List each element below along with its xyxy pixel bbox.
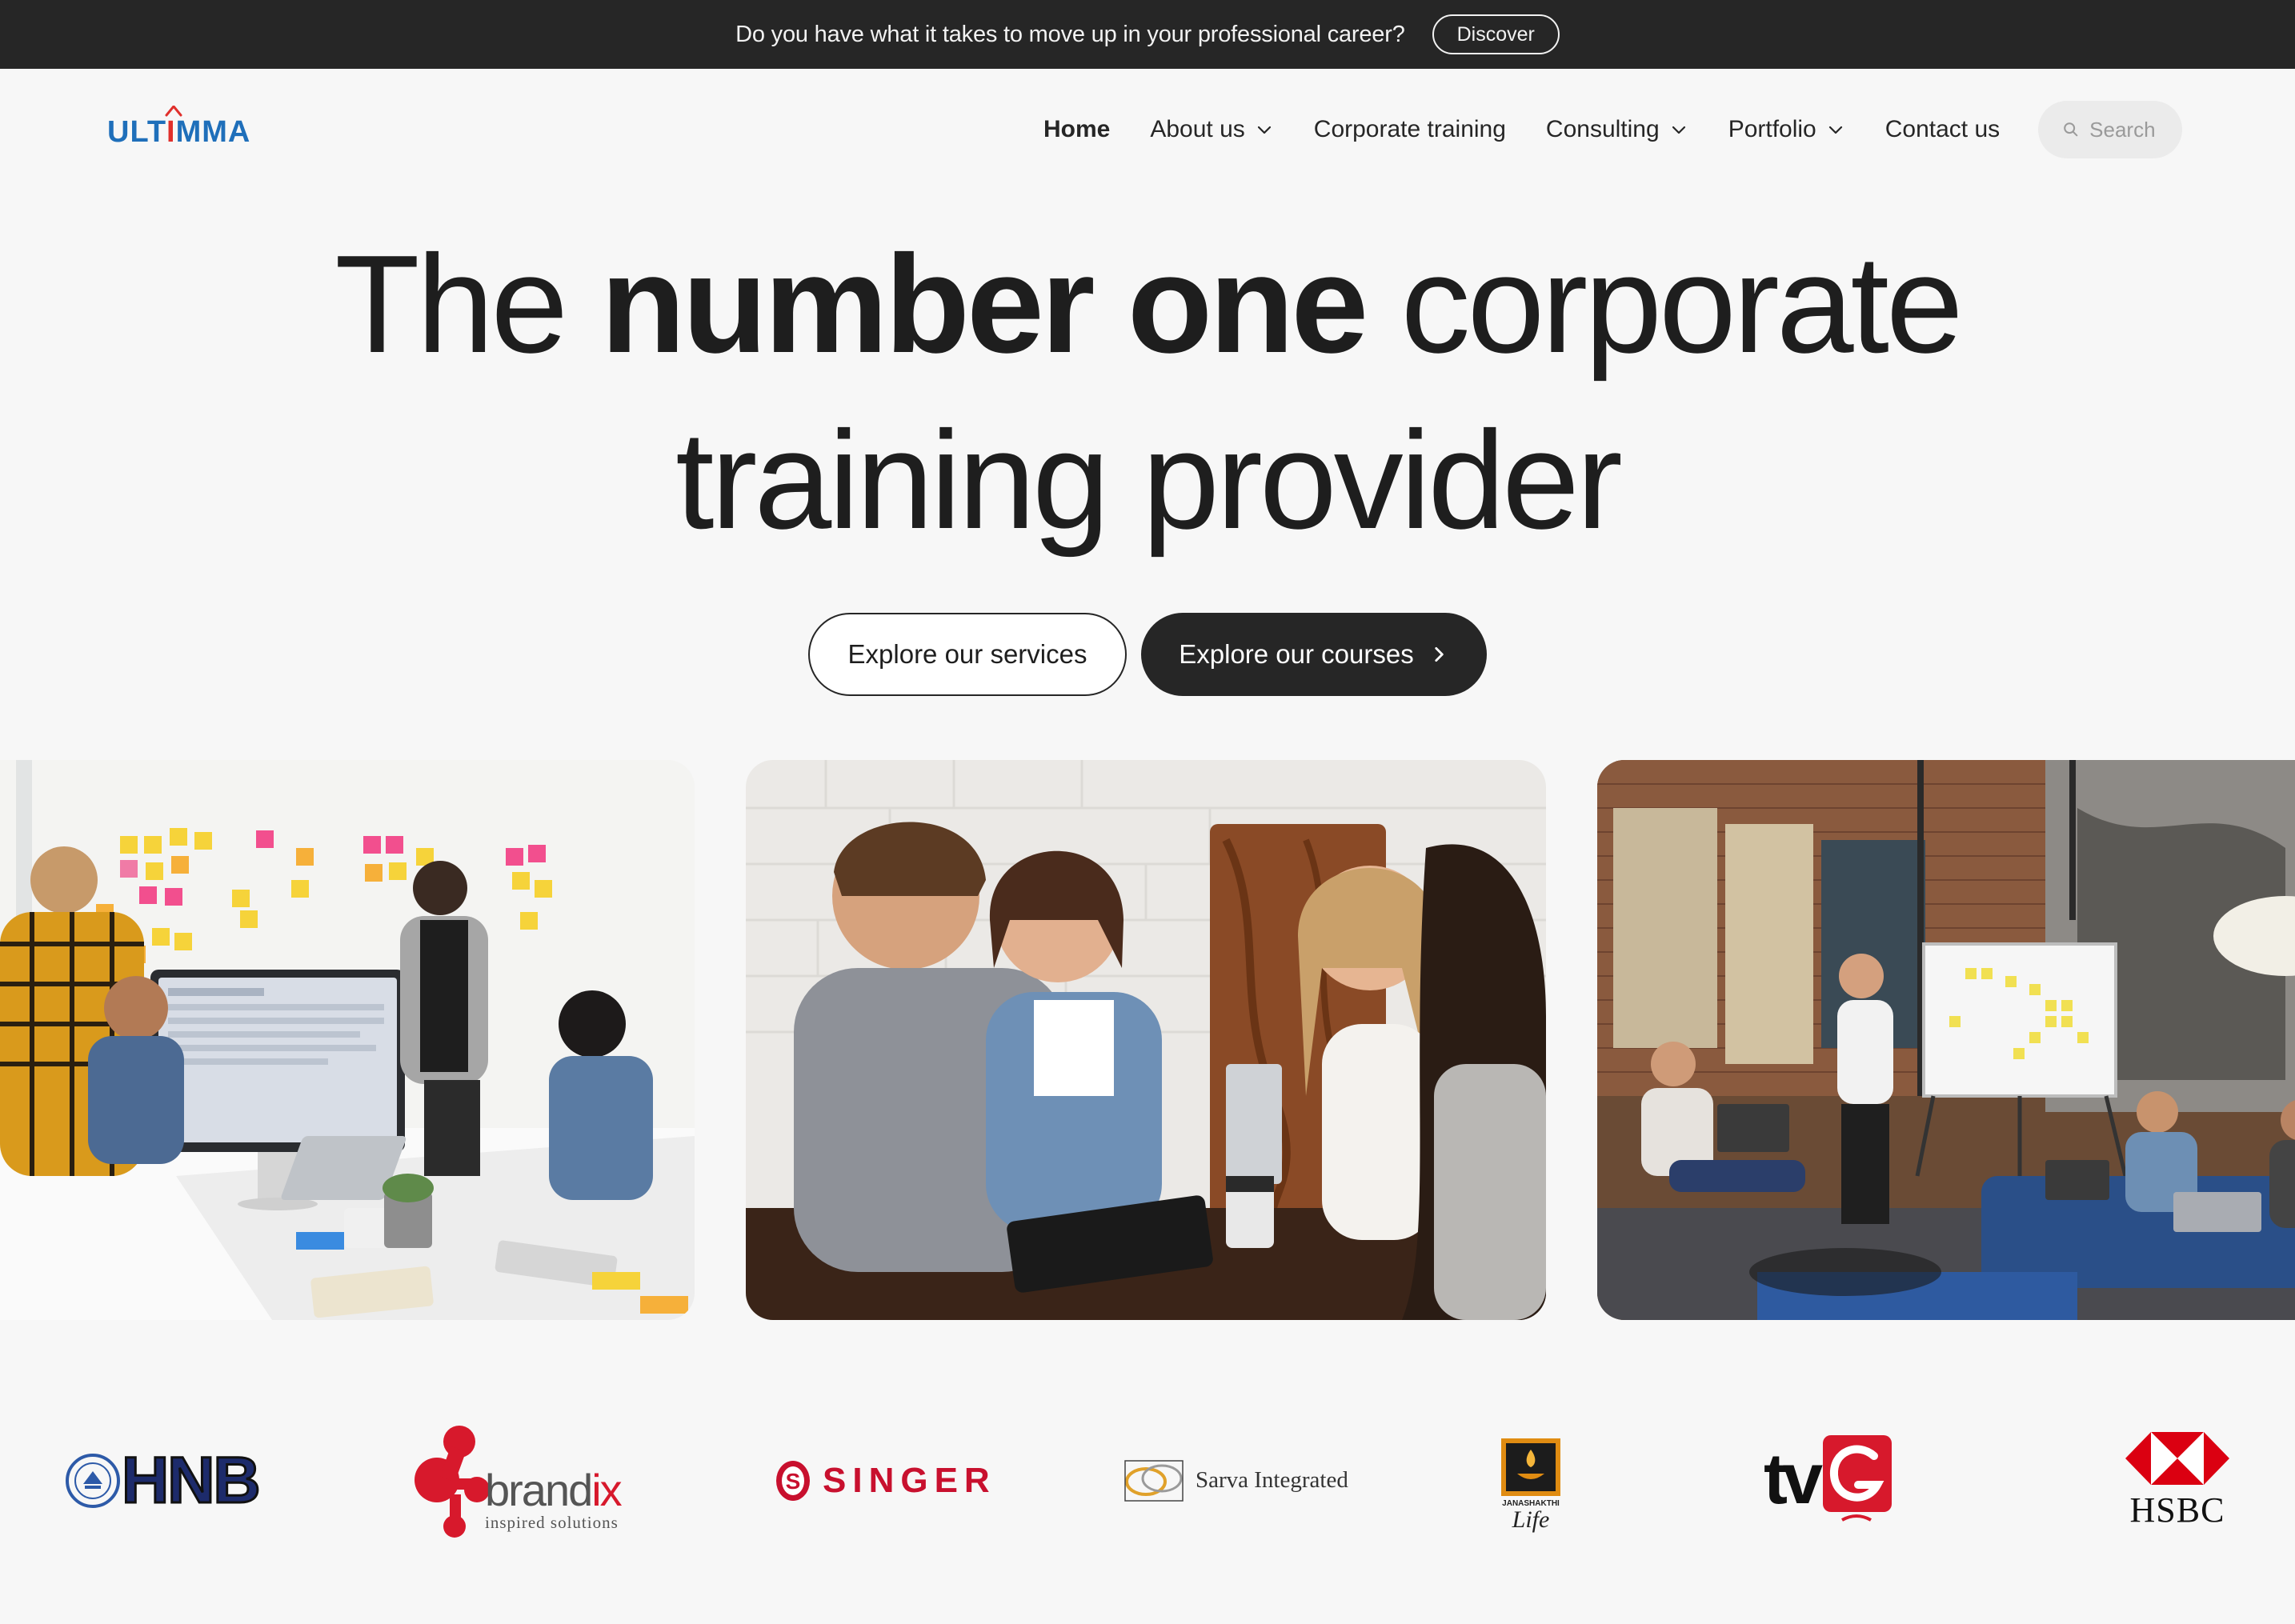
hero-title-line2: training provider xyxy=(675,402,1623,558)
discover-button[interactable]: Discover xyxy=(1432,14,1560,54)
site-header: ULT IMMA Home About us Corporate training… xyxy=(0,69,2295,176)
nav-item-portfolio[interactable]: Portfolio xyxy=(1728,116,1845,143)
logo-wordmark: ULT IMMA xyxy=(107,106,250,147)
nav-item-label: Portfolio xyxy=(1728,116,1816,142)
chevron-down-icon xyxy=(1257,126,1271,134)
explore-courses-button[interactable]: Explore our courses xyxy=(1141,613,1487,696)
search-placeholder: Search xyxy=(2089,117,2156,142)
brandix-wordmark: brandix xyxy=(485,1464,623,1515)
friends-laughing-photo xyxy=(746,760,1546,1320)
brandix-tagline: inspired solutions xyxy=(485,1512,619,1532)
hero-title-bold: number one xyxy=(600,226,1368,382)
nav-item-consulting[interactable]: Consulting xyxy=(1546,116,1688,143)
hero-heading: The number one corporate training provid… xyxy=(0,216,2295,568)
singer-wordmark: SINGER xyxy=(823,1461,996,1500)
singer-s-icon: S xyxy=(776,1461,810,1501)
brandix-logo: brandix inspired solutions xyxy=(413,1424,623,1544)
hero-title-part2: corporate xyxy=(1365,226,1964,382)
explore-services-button[interactable]: Explore our services xyxy=(808,613,1127,696)
ultimma-logo[interactable]: ULT IMMA xyxy=(107,99,250,147)
lamp-icon xyxy=(1501,1438,1560,1496)
tv-derana-logo: tv xyxy=(1764,1432,1895,1526)
svg-text:S: S xyxy=(786,1469,801,1494)
tv-wordmark: tv xyxy=(1764,1439,1823,1519)
janashakthi-life-text: Life xyxy=(1512,1506,1550,1533)
hnb-emblem-icon xyxy=(66,1454,120,1508)
hsbc-wordmark: HSBC xyxy=(2129,1490,2225,1530)
nav-item-label: Corporate training xyxy=(1313,116,1506,142)
hsbc-hexagon-icon xyxy=(2125,1432,2229,1485)
sarva-wordmark: Sarva Integrated xyxy=(1196,1466,1348,1493)
main-nav: Home About us Corporate training Consult… xyxy=(1043,101,2183,158)
chevron-down-icon xyxy=(1672,126,1685,134)
nav-item-label: Home xyxy=(1043,116,1111,142)
janashakthi-life-logo: JANASHAKTHI Life xyxy=(1501,1438,1560,1532)
nav-item-label: Contact us xyxy=(1884,116,2001,142)
client-logos: HNB brandix inspired solutions S SINGER xyxy=(0,1416,2295,1552)
logo-arrow-icon xyxy=(165,106,182,117)
hsbc-logo: HSBC xyxy=(2125,1432,2229,1528)
office-presentation-photo-icon xyxy=(1597,760,2295,1320)
nav-item-home[interactable]: Home xyxy=(1043,116,1110,143)
search-icon xyxy=(2064,122,2078,137)
team-whiteboard-photo xyxy=(0,760,695,1320)
brandix-molecule-icon xyxy=(415,1426,490,1538)
sarva-rings-icon xyxy=(1124,1460,1184,1502)
chevron-right-icon xyxy=(1435,647,1444,662)
brandix-text-group: brandix inspired solutions xyxy=(485,1464,623,1533)
nav-item-about-us[interactable]: About us xyxy=(1150,116,1273,143)
explore-services-label: Explore our services xyxy=(847,639,1087,669)
sarva-integrated-logo: Sarva Integrated xyxy=(1122,1456,1348,1504)
derana-d-icon xyxy=(1823,1435,1892,1522)
nav-item-corporate-training[interactable]: Corporate training xyxy=(1314,116,1506,143)
team-whiteboard-photo-icon xyxy=(0,760,695,1320)
office-presentation-photo xyxy=(1597,760,2295,1320)
hnb-wordmark: HNB xyxy=(121,1444,262,1517)
friends-laughing-photo-icon xyxy=(746,760,1546,1320)
nav-item-contact-us[interactable]: Contact us xyxy=(1885,116,2000,143)
search-input[interactable]: Search xyxy=(2038,101,2183,158)
hero-cta-row: Explore our services Explore our courses xyxy=(0,613,2295,696)
announcement-bar: Do you have what it takes to move up in … xyxy=(0,0,2295,69)
explore-courses-label: Explore our courses xyxy=(1179,639,1414,669)
singer-logo: S SINGER xyxy=(775,1459,996,1502)
hero-title-part1: The xyxy=(334,226,601,382)
hnb-logo: HNB xyxy=(64,1444,262,1517)
nav-item-label: Consulting xyxy=(1545,116,1660,142)
nav-item-label: About us xyxy=(1150,116,1245,142)
chevron-down-icon xyxy=(1828,126,1842,134)
announcement-text: Do you have what it takes to move up in … xyxy=(735,21,1405,47)
